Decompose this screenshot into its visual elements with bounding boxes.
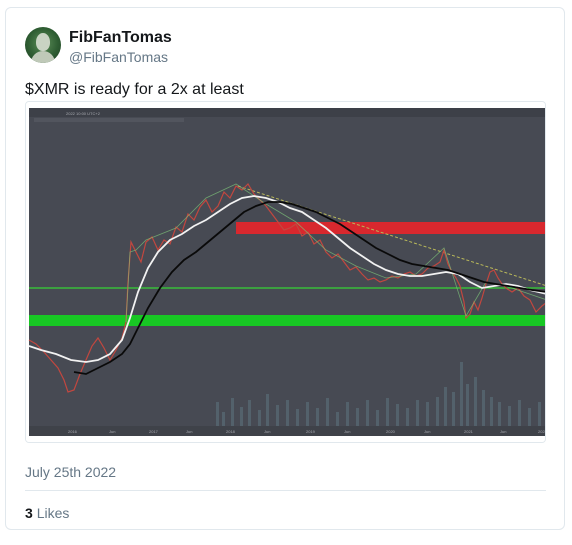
x-label: 2017: [149, 429, 159, 434]
x-label: 2020: [386, 429, 396, 434]
x-label: 2021: [464, 429, 474, 434]
x-label: 2019: [306, 429, 316, 434]
profile-avatar[interactable]: [25, 27, 61, 63]
tweet-media-chart[interactable]: 2022 10:00 UTC+2 2016 Jun 2017 Jun 2018 …: [25, 101, 546, 443]
x-label: Jun: [344, 429, 350, 434]
likes-count-link[interactable]: 3 Likes: [25, 505, 69, 521]
tweet-text: $XMR is ready for a 2x at least: [25, 81, 244, 98]
tweet-timestamp[interactable]: July 25th 2022: [25, 464, 116, 480]
divider: [25, 490, 546, 491]
avatar-face-icon: [36, 33, 50, 51]
x-label: 2018: [226, 429, 236, 434]
chart-header-label: 2022 10:00 UTC+2: [66, 111, 101, 116]
author-handle[interactable]: @FibFanTomas: [69, 49, 168, 65]
x-label: Jun: [186, 429, 192, 434]
support-zone: [29, 315, 545, 326]
tweet-card: FibFanTomas @FibFanTomas $XMR is ready f…: [5, 7, 565, 530]
price-chart: 2022 10:00 UTC+2 2016 Jun 2017 Jun 2018 …: [26, 102, 546, 442]
x-label: Jun: [500, 429, 506, 434]
x-label: 2022: [538, 429, 546, 434]
likes-count: 3: [25, 505, 33, 521]
avatar-body-icon: [31, 51, 55, 63]
x-label: Jun: [264, 429, 270, 434]
likes-label: Likes: [36, 505, 70, 521]
author-display-name[interactable]: FibFanTomas: [69, 29, 172, 47]
x-label: Jun: [109, 429, 115, 434]
x-label: 2016: [68, 429, 78, 434]
x-label: Jun: [424, 429, 430, 434]
